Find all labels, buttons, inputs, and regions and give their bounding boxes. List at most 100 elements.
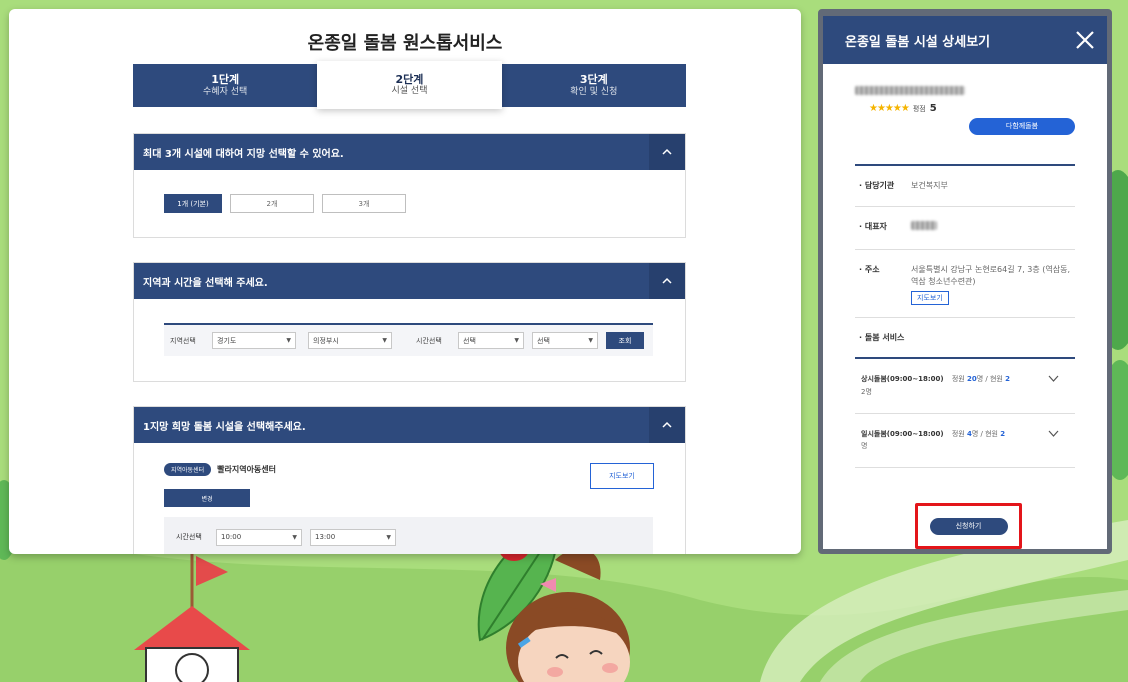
chevron-down-icon: ▼: [286, 337, 291, 344]
rating-row: ★★★★★ 평점 5: [869, 103, 1075, 114]
service-unit: 명: [861, 442, 868, 451]
facility-type-badge: 지역아동센터: [164, 463, 212, 476]
facility-name: 빨라지역아동센터: [217, 465, 277, 474]
service-capacity: 정원 4명 / 현원 2: [952, 430, 1005, 438]
region-city-value: 의정부시: [313, 336, 339, 345]
info-value: 서울특별시 강남구 논현로64길 7, 3층 (역삼동, 역삼 청소년수련관) …: [911, 264, 1075, 306]
facility-time-from[interactable]: 10:00 ▼: [216, 528, 302, 546]
facility-select-section: 1지망 희망 돌봄 시설을 선택해주세요. 지역아동센터 빨라지역아동센터 지도…: [133, 406, 686, 554]
close-icon[interactable]: [1073, 28, 1097, 52]
step-3[interactable]: 3단계 확인 및 신청: [501, 64, 686, 107]
region-time-section: 지역과 시간을 선택해 주세요. 지역선택 경기도 ▼ 의정부시 ▼ 시간선택 …: [133, 262, 686, 382]
chevron-up-icon: [662, 148, 672, 155]
region-select-province[interactable]: 경기도 ▼: [212, 332, 296, 349]
region-label: 지역선택: [170, 336, 196, 345]
cur-label: 명 / 현원: [976, 375, 1003, 384]
blurred-representative-mask: [911, 221, 937, 231]
time-label: 시간선택: [416, 336, 442, 345]
star-rating-icon: ★★★★★: [869, 103, 910, 114]
facility-name-blurred: [855, 86, 1075, 97]
info-key-text: 주소: [864, 264, 880, 274]
choice-count-heading-text: 최대 3개 시설에 대하여 지망 선택할 수 있어요.: [143, 148, 344, 160]
service-heading-row: · 돌봄 서비스: [855, 318, 1075, 360]
apply-highlight: 신청하기: [915, 503, 1022, 549]
service-capacity: 정원 20명 / 현원 2: [952, 375, 1010, 383]
search-button[interactable]: 조회: [606, 332, 644, 349]
cur-value: 2: [1000, 429, 1006, 438]
chevron-down-icon: ▼: [588, 337, 593, 344]
step-2-num: 2단계: [395, 72, 424, 86]
address-map-button[interactable]: 지도보기: [911, 290, 949, 306]
chevron-down-icon: ▼: [386, 533, 391, 541]
option-1-button[interactable]: 1개 (기본): [164, 194, 222, 213]
service-heading: · 돌봄 서비스: [859, 333, 905, 343]
collapse-button[interactable]: [649, 134, 685, 170]
step-2[interactable]: 2단계 시설 선택: [317, 61, 502, 109]
info-value: [911, 221, 1075, 234]
time-select-end[interactable]: 선택 ▼: [532, 332, 598, 349]
service-item[interactable]: 일시돌봄(09:00~18:00) 정원 4명 / 현원 2 명: [855, 414, 1075, 468]
facility-detail-panel: 온종일 돌봄 시설 상세보기 ★★★★★ 평점 5 다함께돌봄 · 담당기관 보…: [818, 9, 1112, 554]
region-time-heading-text: 지역과 시간을 선택해 주세요.: [143, 277, 268, 289]
service-item[interactable]: 상시돌봄(09:00~18:00) 정원 20명 / 현원 2 2명: [855, 359, 1075, 414]
option-3-button[interactable]: 3개: [322, 194, 406, 213]
facility-select-heading: 1지망 희망 돌봄 시설을 선택해주세요.: [134, 407, 685, 443]
collapse-button[interactable]: [649, 263, 685, 299]
info-key: · 담당기관: [859, 181, 895, 190]
cur-label: 명 / 현원: [971, 429, 998, 438]
facility-time-to-value: 13:00: [315, 533, 336, 541]
filter-bar: 지역선택 경기도 ▼ 의정부시 ▼ 시간선택 선택 ▼ 선택 ▼ 조회: [164, 323, 653, 356]
chevron-down-icon: ▼: [514, 337, 519, 344]
region-time-heading: 지역과 시간을 선택해 주세요.: [134, 263, 685, 299]
choice-count-options: 1개 (기본) 2개 3개: [164, 194, 406, 213]
change-button[interactable]: 변경: [164, 489, 250, 507]
detail-panel-title: 온종일 돌봄 시설 상세보기: [845, 34, 991, 50]
option-2-button[interactable]: 2개: [230, 194, 314, 213]
chevron-down-icon[interactable]: [1048, 430, 1059, 438]
choice-count-heading: 최대 3개 시설에 대하여 지망 선택할 수 있어요.: [134, 134, 685, 170]
facility-select-heading-text: 1지망 희망 돌봄 시설을 선택해주세요.: [143, 421, 306, 433]
blurred-name-mask: [855, 86, 965, 95]
chevron-down-icon[interactable]: [1048, 375, 1059, 383]
main-panel: 온종일 돌봄 원스톱서비스 1단계 수혜자 선택 2단계 시설 선택 3단계 확…: [9, 9, 801, 554]
rating-label: 평점: [912, 104, 926, 113]
cap-value: 20: [966, 375, 977, 384]
time-end-value: 선택: [537, 336, 550, 345]
info-row-representative: · 대표자: [855, 207, 1075, 250]
time-start-value: 선택: [463, 336, 476, 345]
chevron-down-icon: ▼: [382, 337, 387, 344]
time-select-row: 시간선택 10:00 ▼ 13:00 ▼: [164, 517, 653, 554]
info-value: 보건복지부: [911, 181, 948, 190]
region-province-value: 경기도: [217, 336, 237, 345]
time-select-start[interactable]: 선택 ▼: [458, 332, 524, 349]
step-indicator: 1단계 수혜자 선택 2단계 시설 선택 3단계 확인 및 신청: [133, 61, 686, 109]
rating-value: 5: [929, 103, 937, 114]
chevron-up-icon: [662, 277, 672, 284]
info-key-text: 대표자: [864, 222, 887, 232]
service-name: 일시돌봄(09:00~18:00): [861, 429, 944, 438]
apply-button[interactable]: 신청하기: [929, 517, 1008, 535]
info-row-address: · 주소 서울특별시 강남구 논현로64길 7, 3층 (역삼동, 역삼 청소년…: [855, 250, 1075, 319]
facility-item[interactable]: 지역아동센터 빨라지역아동센터: [164, 463, 276, 476]
chevron-down-icon: ▼: [292, 533, 297, 541]
region-select-city[interactable]: 의정부시 ▼: [308, 332, 392, 349]
step-3-num: 3단계: [579, 73, 608, 86]
info-key: · 주소: [859, 264, 880, 274]
facility-type-pill: 다함께돌봄: [969, 118, 1075, 135]
facility-time-to[interactable]: 13:00 ▼: [310, 528, 396, 546]
choice-count-section: 최대 3개 시설에 대하여 지망 선택할 수 있어요. 1개 (기본) 2개 3…: [133, 133, 686, 238]
service-heading-text: 돌봄 서비스: [864, 333, 905, 343]
collapse-button[interactable]: [649, 407, 685, 443]
service-unit: 2명: [861, 388, 872, 396]
cap-label: 정원: [951, 429, 965, 438]
facility-time-from-value: 10:00: [221, 533, 242, 541]
address-text: 서울특별시 강남구 논현로64길 7, 3층 (역삼동, 역삼 청소년수련관): [911, 264, 1071, 287]
info-key: · 대표자: [859, 222, 887, 232]
step-1-num: 1단계: [211, 73, 240, 86]
step-1[interactable]: 1단계 수혜자 선택: [133, 64, 318, 107]
map-view-button[interactable]: 지도보기: [590, 463, 654, 489]
cap-label: 정원: [951, 375, 965, 384]
detail-panel-body: ★★★★★ 평점 5 다함께돌봄: [855, 86, 1075, 135]
step-3-label: 확인 및 신청: [570, 86, 618, 97]
step-1-label: 수혜자 선택: [203, 86, 248, 97]
